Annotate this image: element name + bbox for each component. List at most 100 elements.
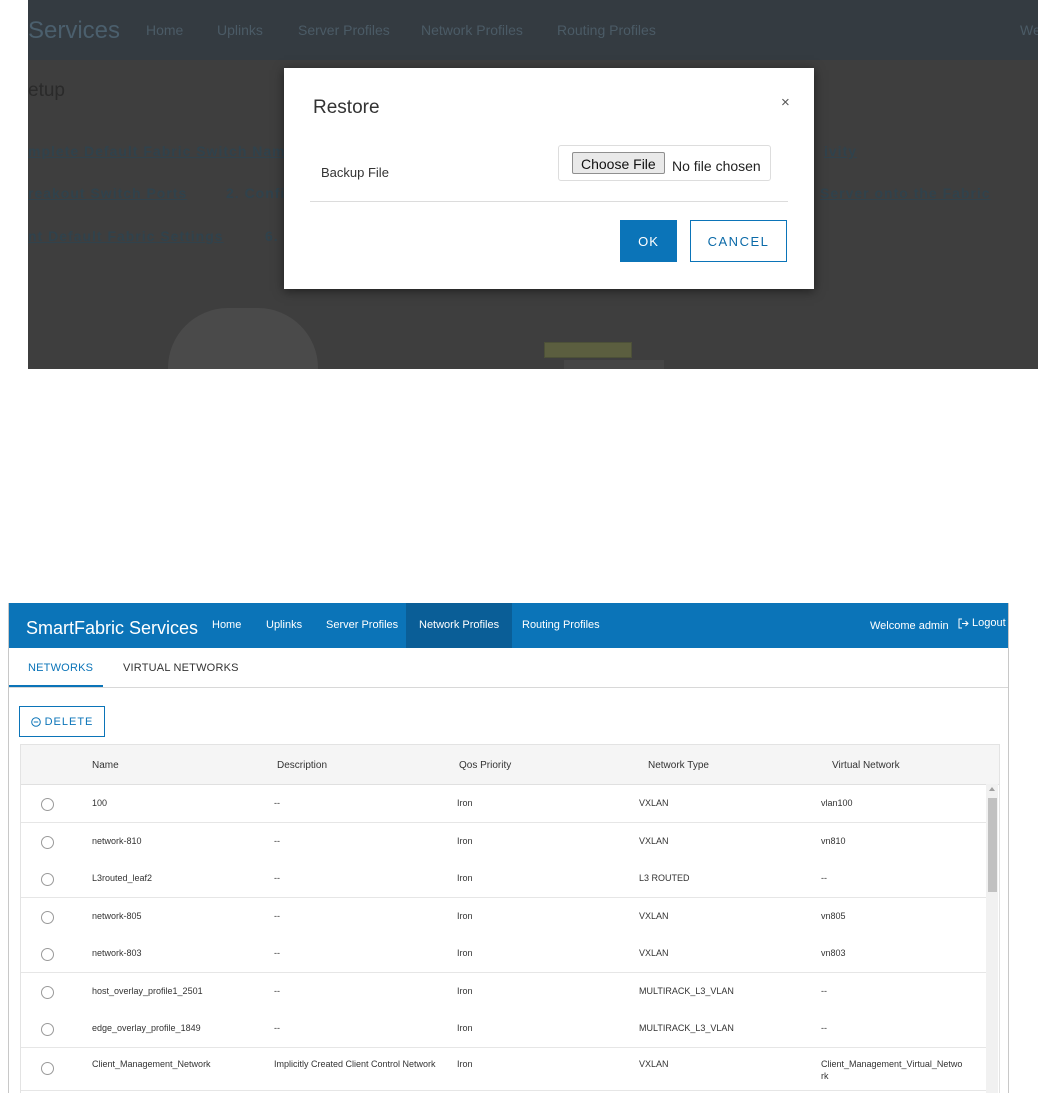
row-select-radio[interactable] bbox=[41, 948, 54, 961]
welcome-text: Welcome admin bbox=[870, 620, 949, 632]
cell-network-type: VXLAN bbox=[639, 1058, 669, 1069]
nav-routing-profiles[interactable]: Routing Profiles bbox=[557, 22, 656, 38]
row-select-radio[interactable] bbox=[41, 1023, 54, 1036]
cell-qos-priority: Iron bbox=[457, 1058, 473, 1069]
table-header: Name Description Qos Priority Network Ty… bbox=[21, 745, 999, 785]
column-header-qos-priority[interactable]: Qos Priority bbox=[459, 760, 511, 771]
cell-virtual-network: vlan100 bbox=[821, 798, 853, 808]
cell-network-type: VXLAN bbox=[639, 835, 669, 846]
table-row[interactable]: 100 -- Iron VXLAN vlan100 bbox=[21, 785, 986, 823]
cell-qos-priority: Iron bbox=[457, 985, 473, 996]
file-status-text: No file chosen bbox=[672, 158, 761, 174]
top-nav-bar: Services Home Uplinks Server Profiles Ne… bbox=[28, 0, 1038, 60]
step-link-configure[interactable]: 2. Confi bbox=[226, 185, 285, 201]
nav-network-profiles[interactable]: Network Profiles bbox=[421, 22, 523, 38]
scroll-up-icon[interactable] bbox=[989, 787, 995, 791]
step-link-connectivity[interactable]: ivity bbox=[824, 143, 857, 159]
cell-qos-priority: Iron bbox=[457, 835, 473, 846]
choose-file-button[interactable]: Choose File bbox=[572, 152, 665, 174]
brand-title: SmartFabric Services bbox=[26, 618, 199, 638]
row-select-radio[interactable] bbox=[41, 985, 54, 999]
table-row[interactable]: network-803 -- Iron VXLAN vn803 bbox=[21, 935, 986, 973]
cell-network-type: VXLAN bbox=[639, 948, 669, 958]
nav-server-profiles[interactable]: Server Profiles bbox=[298, 22, 390, 38]
cell-description: -- bbox=[274, 985, 280, 996]
cell-network-type: VXLAN bbox=[639, 798, 669, 808]
minus-circle-icon bbox=[30, 716, 41, 727]
cell-virtual-network: vn805 bbox=[821, 910, 846, 921]
nav-home[interactable]: Home bbox=[146, 22, 183, 38]
cell-description: -- bbox=[274, 798, 280, 808]
restore-modal: Restore × Backup File Choose File No fil… bbox=[284, 68, 814, 289]
cell-name: network-810 bbox=[92, 835, 142, 846]
table-row[interactable]: Client_Management_Network Implicitly Crea… bbox=[21, 1047, 986, 1091]
row-select-radio[interactable] bbox=[41, 835, 54, 849]
scrollbar-thumb[interactable] bbox=[988, 798, 997, 892]
welcome-text: We bbox=[1020, 22, 1038, 38]
modal-title: Restore bbox=[313, 97, 380, 118]
cell-network-type: MULTIRACK_L3_VLAN bbox=[639, 985, 734, 996]
delete-label: DELETE bbox=[44, 715, 94, 728]
row-select-radio[interactable] bbox=[41, 910, 54, 924]
table-scrollbar[interactable] bbox=[986, 784, 998, 1093]
row-select-radio[interactable] bbox=[41, 873, 54, 886]
cell-network-type: L3 ROUTED bbox=[639, 873, 690, 883]
cloud-graphic bbox=[168, 308, 318, 369]
table-row[interactable]: L3routed_leaf2 -- Iron L3 ROUTED -- bbox=[21, 860, 986, 898]
nav-server-profiles[interactable]: Server Profiles bbox=[313, 603, 411, 648]
column-header-network-type[interactable]: Network Type bbox=[648, 760, 709, 771]
ok-button[interactable]: OK bbox=[620, 220, 677, 262]
tab-networks[interactable]: NETWORKS bbox=[28, 662, 93, 674]
nav-home[interactable]: Home bbox=[199, 603, 254, 648]
column-header-virtual-network[interactable]: Virtual Network bbox=[832, 760, 900, 771]
cell-qos-priority: Iron bbox=[457, 798, 473, 808]
cell-virtual-network: vn803 bbox=[821, 948, 846, 958]
step-link-switch-names[interactable]: mplete Default Fabric Switch Nam bbox=[28, 143, 286, 159]
cell-description: -- bbox=[274, 1023, 280, 1033]
backup-file-input[interactable]: Choose File No file chosen bbox=[558, 145, 771, 181]
switch-graphic-base bbox=[564, 360, 664, 369]
step-link-breakout-ports[interactable]: reakout Switch Ports bbox=[28, 185, 187, 201]
cell-qos-priority: Iron bbox=[457, 910, 473, 921]
switch-graphic bbox=[544, 342, 632, 358]
networks-table: Name Description Qos Priority Network Ty… bbox=[20, 744, 1000, 1093]
tab-active-indicator bbox=[9, 685, 103, 687]
brand-title: Services bbox=[28, 17, 121, 44]
nav-routing-profiles[interactable]: Routing Profiles bbox=[509, 603, 613, 648]
cell-description: Implicitly Created Client Control Networ… bbox=[274, 1058, 436, 1069]
step-link-six[interactable]: 6. bbox=[265, 228, 279, 244]
table-row[interactable]: host_overlay_profile1_2501 -- Iron MULTIRAC… bbox=[21, 972, 986, 1011]
network-profiles-screenshot: SmartFabric Services Home Uplinks Server… bbox=[8, 603, 1009, 1093]
nav-network-profiles[interactable]: Network Profiles bbox=[406, 603, 513, 648]
backup-file-label: Backup File bbox=[321, 165, 389, 180]
cell-name: edge_overlay_profile_1849 bbox=[92, 1023, 201, 1033]
logout-link[interactable]: Logout bbox=[958, 617, 1006, 629]
cell-virtual-network: -- bbox=[821, 985, 827, 996]
cell-virtual-network: Client_Management_Virtual_Network bbox=[821, 1058, 963, 1081]
cell-name: network-805 bbox=[92, 910, 142, 921]
delete-button[interactable]: DELETE bbox=[19, 706, 105, 737]
logout-icon bbox=[958, 618, 969, 629]
table-row[interactable]: network-810 -- Iron VXLAN vn810 bbox=[21, 822, 986, 861]
nav-uplinks[interactable]: Uplinks bbox=[253, 603, 315, 648]
table-row[interactable]: edge_overlay_profile_1849 -- Iron MULTIRACK… bbox=[21, 1010, 986, 1048]
step-link-fabric-settings[interactable]: nt Default Fabric Settings bbox=[28, 228, 224, 244]
column-header-description[interactable]: Description bbox=[277, 760, 327, 771]
cell-description: -- bbox=[274, 873, 280, 883]
tab-virtual-networks[interactable]: VIRTUAL NETWORKS bbox=[123, 662, 239, 674]
cell-virtual-network: -- bbox=[821, 1023, 827, 1033]
close-icon[interactable]: × bbox=[781, 94, 790, 111]
cell-network-type: MULTIRACK_L3_VLAN bbox=[639, 1023, 734, 1033]
cell-network-type: VXLAN bbox=[639, 910, 669, 921]
tab-divider bbox=[9, 687, 1008, 688]
top-nav-bar: SmartFabric Services Home Uplinks Server… bbox=[9, 603, 1008, 648]
cell-name: L3routed_leaf2 bbox=[92, 873, 153, 883]
cancel-button[interactable]: CANCEL bbox=[690, 220, 787, 262]
step-link-server-onboarding[interactable]: Server onto the Fabric bbox=[820, 185, 991, 201]
table-row[interactable]: network-805 -- Iron VXLAN vn805 bbox=[21, 897, 986, 936]
row-select-radio[interactable] bbox=[41, 798, 54, 811]
nav-uplinks[interactable]: Uplinks bbox=[217, 22, 263, 38]
column-header-name[interactable]: Name bbox=[92, 760, 119, 771]
cell-description: -- bbox=[274, 948, 280, 958]
row-select-radio[interactable] bbox=[41, 1061, 54, 1075]
